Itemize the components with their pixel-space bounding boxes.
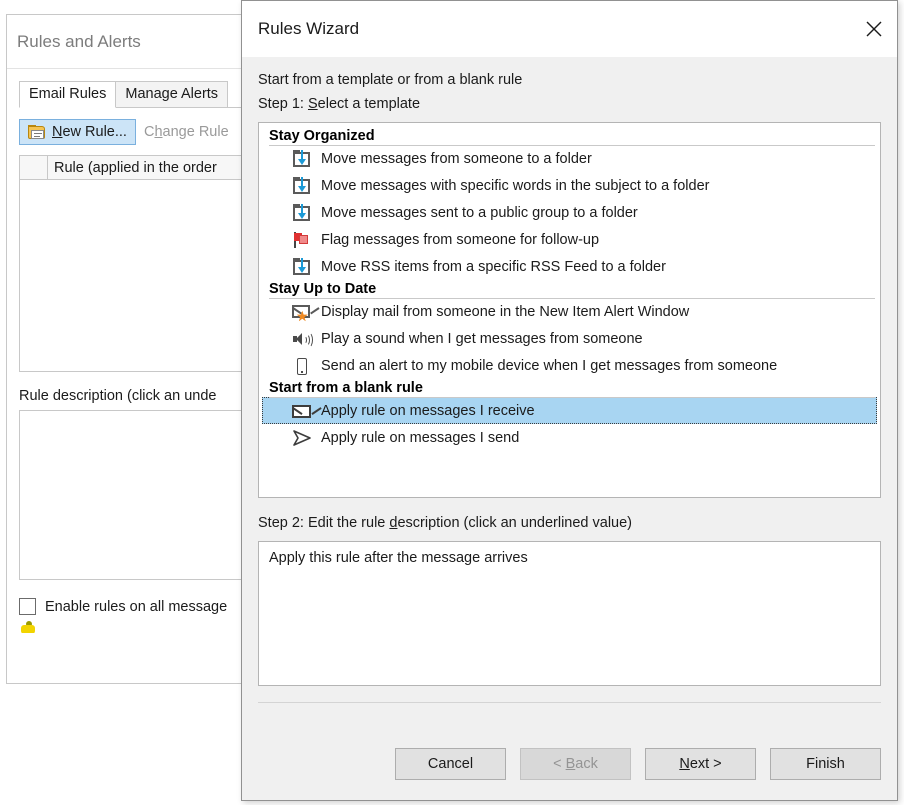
rules-wizard-dialog: Rules Wizard Start from a template or fr… (241, 0, 898, 801)
folder-move-down-icon (292, 150, 312, 168)
next-button-label: Next > (679, 756, 721, 772)
envelope-star-icon: ★ (292, 303, 312, 321)
rule-description-text: Apply this rule after the message arrive… (269, 550, 528, 566)
new-rule-button[interactable]: New Rule... (19, 119, 136, 145)
enable-rules-checkbox[interactable] (19, 598, 36, 615)
dialog-title: Rules Wizard (258, 19, 359, 39)
folder-move-down-icon (292, 177, 312, 195)
template-item-mobile-alert[interactable]: Send an alert to my mobile device when I… (262, 352, 877, 379)
template-item-move-rss-items[interactable]: Move RSS items from a specific RSS Feed … (262, 253, 877, 280)
template-item-label: Move messages with specific words in the… (321, 178, 709, 194)
back-button-label: < Back (553, 756, 598, 772)
wizard-intro-text: Start from a template or from a blank ru… (258, 69, 881, 91)
template-item-apply-rule-messages-i-receive[interactable]: Apply rule on messages I receive (262, 397, 877, 424)
template-item-move-from-someone[interactable]: Move messages from someone to a folder (262, 145, 877, 172)
step2-suffix: escription (click an underlined value) (397, 515, 632, 531)
close-icon (863, 18, 885, 40)
step2-prefix: Step 2: Edit the rule (258, 515, 389, 531)
template-item-label: Apply rule on messages I send (321, 430, 519, 446)
tab-manage-alerts[interactable]: Manage Alerts (115, 81, 228, 107)
template-item-label: Move messages from someone to a folder (321, 151, 592, 167)
next-button[interactable]: Next > (645, 748, 756, 780)
red-flag-icon (292, 231, 312, 249)
rules-and-alerts-title: Rules and Alerts (17, 32, 141, 52)
template-item-label: Send an alert to my mobile device when I… (321, 358, 777, 374)
button-bar-separator (258, 702, 881, 703)
enable-rules-checkbox-label: Enable rules on all message (45, 599, 227, 615)
cancel-button-label: Cancel (428, 756, 473, 772)
tab-email-rules-label: Email Rules (29, 86, 106, 102)
template-item-move-public-group[interactable]: Move messages sent to a public group to … (262, 199, 877, 226)
dialog-button-bar: Cancel < Back Next > Finish (242, 732, 897, 800)
tab-email-rules[interactable]: Email Rules (19, 81, 116, 108)
template-item-move-specific-words[interactable]: Move messages with specific words in the… (262, 172, 877, 199)
speaker-sound-icon (292, 330, 312, 348)
send-arrow-icon (292, 429, 312, 447)
change-rule-label: Change Rule (144, 124, 229, 140)
change-rule-button[interactable]: Change Rule (136, 120, 237, 144)
group-header-start-from-blank-rule: Start from a blank rule (260, 379, 879, 397)
screen-root: Rules and Alerts Email Rules Manage Aler… (0, 0, 904, 805)
group-header-stay-up-to-date: Stay Up to Date (260, 280, 879, 298)
step1-accel: S (308, 96, 318, 112)
template-item-label: Flag messages from someone for follow-up (321, 232, 599, 248)
rule-description-pane[interactable]: Apply this rule after the message arrive… (258, 541, 881, 686)
finish-button-label: Finish (806, 756, 845, 772)
new-rule-label: New Rule... (52, 124, 127, 140)
warning-icon (21, 621, 36, 633)
step1-prefix: Step 1: (258, 96, 308, 112)
step2-label: Step 2: Edit the rule description (click… (258, 512, 881, 534)
folder-move-down-icon (292, 204, 312, 222)
dialog-body: Start from a template or from a blank ru… (242, 57, 897, 732)
template-item-label: Display mail from someone in the New Ite… (321, 304, 689, 320)
envelope-icon (292, 402, 312, 420)
close-button[interactable] (851, 1, 897, 57)
template-item-play-sound[interactable]: Play a sound when I get messages from so… (262, 325, 877, 352)
step1-suffix: elect a template (318, 96, 420, 112)
back-button[interactable]: < Back (520, 748, 631, 780)
dialog-titlebar: Rules Wizard (242, 1, 897, 57)
template-item-label: Move messages sent to a public group to … (321, 205, 638, 221)
folder-move-down-icon (292, 258, 312, 276)
cancel-button[interactable]: Cancel (395, 748, 506, 780)
template-item-flag-follow-up[interactable]: Flag messages from someone for follow-up (262, 226, 877, 253)
template-item-label: Play a sound when I get messages from so… (321, 331, 643, 347)
new-rule-folder-icon (28, 125, 46, 140)
template-item-label: Move RSS items from a specific RSS Feed … (321, 259, 666, 275)
tab-manage-alerts-label: Manage Alerts (125, 86, 218, 102)
step1-label: Step 1: Select a template (258, 93, 881, 115)
template-list[interactable]: Stay Organized Move messages from someon… (258, 122, 881, 498)
template-item-display-mail-alert[interactable]: ★ Display mail from someone in the New I… (262, 298, 877, 325)
finish-button[interactable]: Finish (770, 748, 881, 780)
template-item-label: Apply rule on messages I receive (321, 403, 535, 419)
group-header-stay-organized: Stay Organized (260, 127, 879, 145)
rules-grid-checkbox-column (20, 156, 48, 179)
mobile-device-icon (292, 357, 312, 375)
template-item-apply-rule-messages-i-send[interactable]: Apply rule on messages I send (262, 424, 877, 451)
